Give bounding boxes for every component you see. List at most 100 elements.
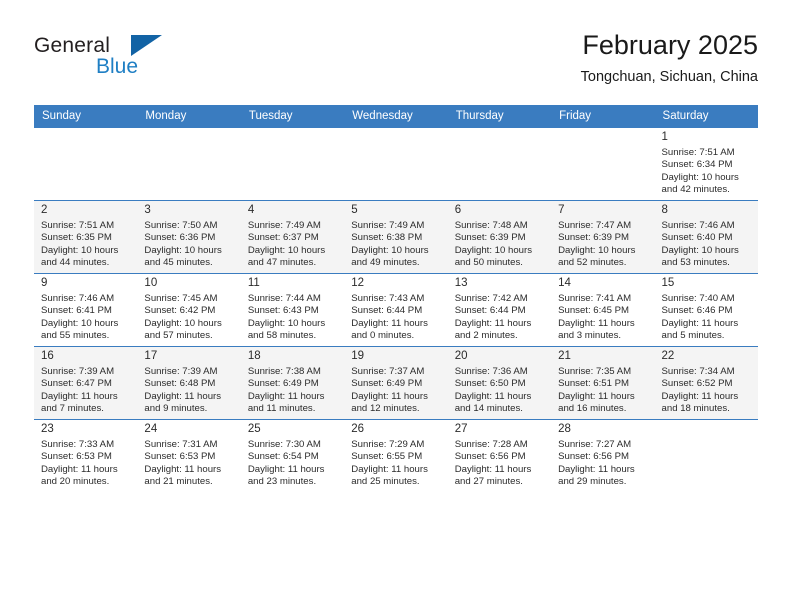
day-sun-details: Sunrise: 7:39 AM Sunset: 6:48 PM Dayligh… <box>144 366 222 415</box>
day-sun-details: Sunrise: 7:46 AM Sunset: 6:41 PM Dayligh… <box>41 293 119 342</box>
calendar-day-cell[interactable]: 18 Sunrise: 7:38 AM Sunset: 6:49 PM Dayli… <box>240 346 345 420</box>
day-sun-details: Sunrise: 7:38 AM Sunset: 6:49 PM Dayligh… <box>247 366 325 415</box>
day-number: 14 <box>558 277 571 289</box>
calendar-day-cell[interactable]: 4 Sunrise: 7:49 AM Sunset: 6:37 PM Daylig… <box>240 200 345 274</box>
day-sun-details: Sunrise: 7:37 AM Sunset: 6:49 PM Dayligh… <box>351 366 428 415</box>
calendar-day-cell[interactable]: 3 Sunrise: 7:50 AM Sunset: 6:36 PM Daylig… <box>137 200 241 274</box>
calendar-day-cell[interactable]: 16 Sunrise: 7:39 AM Sunset: 6:47 PM Dayli… <box>34 346 138 420</box>
day-sun-details: Sunrise: 7:51 AM Sunset: 6:35 PM Dayligh… <box>41 220 119 269</box>
day-cell-content: 1 Sunrise: 7:51 AM Sunset: 6:34 PM Daylig… <box>655 128 758 200</box>
day-number: 12 <box>351 277 365 289</box>
day-number: 9 <box>41 277 48 289</box>
calendar-day-cell[interactable]: 1 Sunrise: 7:51 AM Sunset: 6:34 PM Daylig… <box>654 127 758 201</box>
day-number: 17 <box>144 350 158 362</box>
day-cell-content: 17 Sunrise: 7:39 AM Sunset: 6:48 PM Dayli… <box>137 347 240 419</box>
day-number: 26 <box>351 423 365 435</box>
calendar-day-cell[interactable]: 12 Sunrise: 7:43 AM Sunset: 6:44 PM Dayli… <box>344 273 448 347</box>
day-cell-content: 2 Sunrise: 7:51 AM Sunset: 6:35 PM Daylig… <box>34 201 137 273</box>
calendar-day-cell[interactable]: 11 Sunrise: 7:44 AM Sunset: 6:43 PM Dayli… <box>240 273 345 347</box>
day-cell-content <box>344 128 447 200</box>
calendar-day-cell[interactable]: 21 Sunrise: 7:35 AM Sunset: 6:51 PM Dayli… <box>551 346 655 420</box>
logo-triangle-icon <box>131 35 162 56</box>
general-blue-logo[interactable]: General Blue <box>34 34 244 90</box>
page-header: General Blue February 2025 Tongchuan, Si… <box>34 28 758 98</box>
day-number: 15 <box>661 277 675 289</box>
day-sun-details: Sunrise: 7:41 AM Sunset: 6:45 PM Dayligh… <box>558 293 635 342</box>
calendar-day-cell[interactable]: 2 Sunrise: 7:51 AM Sunset: 6:35 PM Daylig… <box>34 200 138 274</box>
calendar-grid: Sunday Monday Tuesday Wednesday Thursday… <box>34 105 758 492</box>
calendar-day-cell[interactable]: 24 Sunrise: 7:31 AM Sunset: 6:53 PM Dayli… <box>137 419 241 492</box>
day-cell-content: 4 Sunrise: 7:49 AM Sunset: 6:37 PM Daylig… <box>241 201 344 273</box>
calendar-week-row: 1 Sunrise: 7:51 AM Sunset: 6:34 PM Daylig… <box>34 127 758 201</box>
calendar-day-cell[interactable]: 14 Sunrise: 7:41 AM Sunset: 6:45 PM Dayli… <box>551 273 655 347</box>
calendar-day-cell[interactable]: 27 Sunrise: 7:28 AM Sunset: 6:56 PM Dayli… <box>447 419 552 492</box>
weekday-header-friday: Friday <box>551 105 655 128</box>
calendar-day-cell[interactable]: 17 Sunrise: 7:39 AM Sunset: 6:48 PM Dayli… <box>137 346 241 420</box>
day-number: 22 <box>661 350 675 362</box>
calendar-week-row: 2 Sunrise: 7:51 AM Sunset: 6:35 PM Daylig… <box>34 200 758 274</box>
day-cell-content <box>448 128 551 200</box>
day-sun-details: Sunrise: 7:30 AM Sunset: 6:54 PM Dayligh… <box>247 439 325 488</box>
calendar-day-cell[interactable]: 19 Sunrise: 7:37 AM Sunset: 6:49 PM Dayli… <box>344 346 448 420</box>
calendar-day-cell[interactable]: 13 Sunrise: 7:42 AM Sunset: 6:44 PM Dayli… <box>447 273 552 347</box>
day-number: 2 <box>41 204 48 216</box>
calendar-day-cell[interactable]: 28 Sunrise: 7:27 AM Sunset: 6:56 PM Dayli… <box>551 419 655 492</box>
day-cell-content: 11 Sunrise: 7:44 AM Sunset: 6:43 PM Dayli… <box>241 274 344 346</box>
day-sun-details: Sunrise: 7:39 AM Sunset: 6:47 PM Dayligh… <box>41 366 118 415</box>
weekday-header-monday: Monday <box>137 105 241 128</box>
day-cell-content <box>241 128 344 200</box>
day-cell-content: 27 Sunrise: 7:28 AM Sunset: 6:56 PM Dayli… <box>448 420 551 492</box>
day-cell-content: 25 Sunrise: 7:30 AM Sunset: 6:54 PM Dayli… <box>241 420 344 492</box>
weekday-header-tuesday: Tuesday <box>240 105 345 128</box>
calendar-day-cell[interactable]: 23 Sunrise: 7:33 AM Sunset: 6:53 PM Dayli… <box>34 419 138 492</box>
day-sun-details: Sunrise: 7:46 AM Sunset: 6:40 PM Dayligh… <box>661 220 739 269</box>
weekday-header-sunday: Sunday <box>34 105 138 128</box>
calendar-day-cell[interactable]: 7 Sunrise: 7:47 AM Sunset: 6:39 PM Daylig… <box>551 200 655 274</box>
calendar-day-cell[interactable]: 5 Sunrise: 7:49 AM Sunset: 6:38 PM Daylig… <box>344 200 448 274</box>
calendar-day-cell[interactable]: 20 Sunrise: 7:36 AM Sunset: 6:50 PM Dayli… <box>447 346 552 420</box>
location-subtitle: Tongchuan, Sichuan, China <box>580 69 758 85</box>
calendar-week-row: 23 Sunrise: 7:33 AM Sunset: 6:53 PM Dayli… <box>34 419 758 492</box>
calendar-day-cell[interactable]: 10 Sunrise: 7:45 AM Sunset: 6:42 PM Dayli… <box>137 273 241 347</box>
day-sun-details: Sunrise: 7:31 AM Sunset: 6:53 PM Dayligh… <box>144 439 222 488</box>
calendar-day-cell[interactable]: 6 Sunrise: 7:48 AM Sunset: 6:39 PM Daylig… <box>447 200 552 274</box>
day-cell-content <box>34 128 137 200</box>
day-sun-details: Sunrise: 7:44 AM Sunset: 6:43 PM Dayligh… <box>247 293 326 342</box>
day-number: 7 <box>558 204 565 216</box>
logo-text-blue: Blue <box>96 55 139 78</box>
weekday-header-wednesday: Wednesday <box>344 105 448 128</box>
day-cell-content: 26 Sunrise: 7:29 AM Sunset: 6:55 PM Dayli… <box>344 420 447 492</box>
day-sun-details: Sunrise: 7:27 AM Sunset: 6:56 PM Dayligh… <box>558 439 635 488</box>
calendar-empty-cell <box>654 419 758 492</box>
day-number: 18 <box>247 350 261 362</box>
day-sun-details: Sunrise: 7:50 AM Sunset: 6:36 PM Dayligh… <box>144 220 222 269</box>
day-number: 4 <box>247 204 255 216</box>
day-sun-details: Sunrise: 7:33 AM Sunset: 6:53 PM Dayligh… <box>41 439 118 488</box>
day-cell-content <box>137 128 240 200</box>
day-sun-details: Sunrise: 7:35 AM Sunset: 6:51 PM Dayligh… <box>558 366 635 415</box>
day-sun-details: Sunrise: 7:51 AM Sunset: 6:34 PM Dayligh… <box>661 147 739 196</box>
calendar-day-cell[interactable]: 25 Sunrise: 7:30 AM Sunset: 6:54 PM Dayli… <box>240 419 345 492</box>
day-cell-content: 19 Sunrise: 7:37 AM Sunset: 6:49 PM Dayli… <box>344 347 447 419</box>
day-cell-content: 28 Sunrise: 7:27 AM Sunset: 6:56 PM Dayli… <box>551 420 654 492</box>
day-cell-content: 14 Sunrise: 7:41 AM Sunset: 6:45 PM Dayli… <box>551 274 654 346</box>
day-cell-content: 23 Sunrise: 7:33 AM Sunset: 6:53 PM Dayli… <box>34 420 137 492</box>
calendar-day-cell[interactable]: 15 Sunrise: 7:40 AM Sunset: 6:46 PM Dayli… <box>654 273 758 347</box>
day-number: 10 <box>144 277 158 289</box>
day-cell-content: 9 Sunrise: 7:46 AM Sunset: 6:41 PM Daylig… <box>34 274 137 346</box>
calendar-day-cell[interactable]: 22 Sunrise: 7:34 AM Sunset: 6:52 PM Dayli… <box>654 346 758 420</box>
calendar-day-cell[interactable]: 9 Sunrise: 7:46 AM Sunset: 6:41 PM Daylig… <box>34 273 138 347</box>
day-cell-content: 13 Sunrise: 7:42 AM Sunset: 6:44 PM Dayli… <box>448 274 551 346</box>
day-sun-details: Sunrise: 7:40 AM Sunset: 6:46 PM Dayligh… <box>661 293 739 342</box>
weekday-header-thursday: Thursday <box>447 105 552 128</box>
title-block: February 2025 Tongchuan, Sichuan, China <box>581 28 758 88</box>
day-number: 28 <box>558 423 571 435</box>
calendar-day-cell[interactable]: 8 Sunrise: 7:46 AM Sunset: 6:40 PM Daylig… <box>654 200 758 274</box>
calendar-week-row: 16 Sunrise: 7:39 AM Sunset: 6:47 PM Dayli… <box>34 346 758 420</box>
calendar-body: 1 Sunrise: 7:51 AM Sunset: 6:34 PM Daylig… <box>34 127 758 492</box>
weekday-header-row: Sunday Monday Tuesday Wednesday Thursday… <box>34 105 758 128</box>
day-sun-details: Sunrise: 7:43 AM Sunset: 6:44 PM Dayligh… <box>351 293 428 342</box>
calendar-day-cell[interactable]: 26 Sunrise: 7:29 AM Sunset: 6:55 PM Dayli… <box>344 419 448 492</box>
day-number: 24 <box>144 423 158 435</box>
day-sun-details: Sunrise: 7:48 AM Sunset: 6:39 PM Dayligh… <box>454 220 533 269</box>
